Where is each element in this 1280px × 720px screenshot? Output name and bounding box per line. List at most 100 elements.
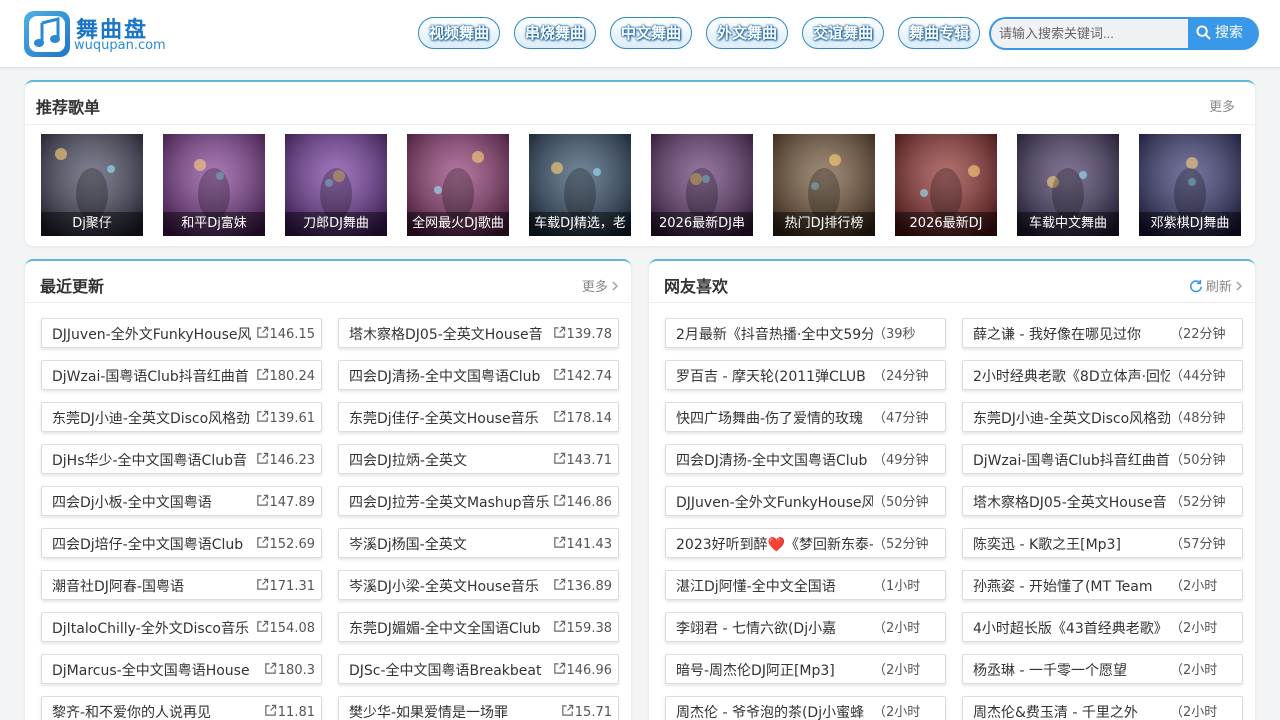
list-item[interactable]: DJJuven-全外文FunkyHouse风 146.15 bbox=[41, 318, 322, 348]
playlist-card[interactable]: 全网最火DJ歌曲 bbox=[407, 134, 509, 236]
track-title: 2小时经典老歌《8D立体声·回忆 bbox=[973, 369, 1175, 385]
favorites-title: 网友喜欢 bbox=[664, 277, 729, 296]
search-button[interactable]: 搜索 bbox=[1188, 17, 1259, 50]
playlist-label: 车载中文舞曲 bbox=[1017, 212, 1119, 236]
list-item[interactable]: 东莞Dj佳仔-全英文House音乐 178.14 bbox=[338, 402, 619, 432]
list-item[interactable]: 东莞DJ小迪-全英文Disco风格劲 139.61 bbox=[41, 402, 322, 432]
list-item[interactable]: 东莞DJ小迪-全英文Disco风格劲 （48分钟 bbox=[962, 402, 1243, 432]
list-item[interactable]: DjWzai-国粤语Club抖音红曲首 180.24 bbox=[41, 360, 322, 390]
playlist-card[interactable]: 2026最新DJ bbox=[895, 134, 997, 236]
list-item[interactable]: 岑溪Dj杨国-全英文 141.43 bbox=[338, 528, 619, 558]
nav-item-6[interactable]: 舞曲专辑 bbox=[898, 17, 981, 49]
playlist-label: 2026最新DJ bbox=[895, 212, 997, 236]
track-size: 141.43 bbox=[549, 529, 612, 557]
list-item[interactable]: 四会Dj小板-全中文国粤语 147.89 bbox=[41, 486, 322, 516]
track-title: 4小时超长版《43首经典老歌》 bbox=[973, 621, 1168, 637]
recent-more-link[interactable]: 更多 bbox=[582, 276, 619, 295]
list-item[interactable]: DjItaloChilly-全外文Disco音乐 154.08 bbox=[41, 612, 322, 642]
playlist-card[interactable]: 刀郎DJ舞曲 bbox=[285, 134, 387, 236]
search-input[interactable] bbox=[989, 17, 1189, 50]
playlist-card[interactable]: 和平Dj富妹 bbox=[163, 134, 265, 236]
list-item[interactable]: 罗百吉 - 摩天轮(2011弹CLUB （24分钟 bbox=[665, 360, 946, 390]
list-item[interactable]: 李翊君 - 七情六欲(Dj小嘉 （2小时 bbox=[665, 612, 946, 642]
list-item[interactable]: 2023好听到醉❤️《梦回新东泰- （52分钟 bbox=[665, 528, 946, 558]
list-item[interactable]: 潮音社DJ阿春-国粤语 171.31 bbox=[41, 570, 322, 600]
playlist-card[interactable]: 车载DJ精选，老 bbox=[529, 134, 631, 236]
favorites-refresh-link[interactable]: 刷新 bbox=[1189, 276, 1243, 295]
list-item[interactable]: 快四广场舞曲-伤了爱情的玫瑰 （47分钟 bbox=[665, 402, 946, 432]
nav-item-4[interactable]: 外文舞曲 bbox=[706, 17, 789, 49]
recent-more-label: 更多 bbox=[581, 280, 608, 295]
track-size: 147.89 bbox=[252, 487, 316, 515]
track-size: 146.96 bbox=[549, 655, 612, 683]
playlist-label: 邓紫棋DJ舞曲 bbox=[1139, 212, 1241, 236]
list-item[interactable]: 岑溪DJ小梁-全英文House音乐 136.89 bbox=[338, 570, 619, 600]
list-item[interactable]: 四会DJ清扬-全中文国粤语Club （49分钟 bbox=[665, 444, 946, 474]
list-item[interactable]: 塔木察格DJ05-全英文House音 （52分钟 bbox=[962, 486, 1243, 516]
track-size-value: 154.08 bbox=[269, 621, 316, 636]
track-time: （2小时 bbox=[873, 655, 931, 683]
nav-item-2[interactable]: 串烧舞曲 bbox=[514, 17, 597, 49]
track-size: 178.14 bbox=[549, 403, 612, 431]
music-note-icon bbox=[24, 11, 70, 57]
track-title: 四会DJ拉炳-全英文 bbox=[349, 453, 467, 469]
list-item[interactable]: 四会DJ拉炳-全英文 143.71 bbox=[338, 444, 619, 474]
list-item[interactable]: 杨丞琳 - 一千零一个愿望 （2小时 bbox=[962, 654, 1243, 684]
list-item[interactable]: DJJuven-全外文FunkyHouse风 （50分钟 bbox=[665, 486, 946, 516]
list-item[interactable]: 陈奕迅 - K歌之王[Mp3] （57分钟 bbox=[962, 528, 1243, 558]
track-size: 146.15 bbox=[252, 319, 315, 347]
list-item[interactable]: 四会Dj培仔-全中文国粤语Club 152.69 bbox=[41, 528, 322, 558]
list-item[interactable]: 塔木察格DJ05-全英文House音 139.78 bbox=[338, 318, 619, 348]
list-item[interactable]: DjHs华少-全中文国粤语Club音 146.23 bbox=[41, 444, 322, 474]
track-title: 东莞DJ小迪-全英文Disco风格劲 bbox=[52, 411, 251, 427]
list-item[interactable]: 四会DJ拉芳-全英文Mashup音乐 146.86 bbox=[338, 486, 619, 516]
list-item[interactable]: 薛之谦 - 我好像在哪见过你 （22分钟 bbox=[962, 318, 1243, 348]
refresh-icon bbox=[1189, 279, 1202, 293]
site-logo[interactable]: 舞曲盘 wuqupan.com bbox=[24, 11, 174, 59]
track-title: DjWzai-国粤语Club抖音红曲首 bbox=[52, 369, 249, 385]
external-link-icon bbox=[553, 368, 565, 380]
list-item[interactable]: 暗号-周杰伦DJ阿正[Mp3] （2小时 bbox=[665, 654, 946, 684]
track-size-value: 146.23 bbox=[269, 453, 316, 468]
list-item[interactable]: DjMarcus-全中文国粤语House 180.3 bbox=[41, 654, 322, 684]
track-size: 146.23 bbox=[252, 445, 316, 473]
list-item[interactable]: 四会DJ清扬-全中文国粤语Club 142.74 bbox=[338, 360, 619, 390]
track-size: 180.24 bbox=[252, 361, 315, 389]
list-item[interactable]: DJSc-全中文国粤语Breakbeat 146.96 bbox=[338, 654, 619, 684]
external-link-icon bbox=[256, 452, 268, 464]
playlist-card[interactable]: 热门DJ排行榜 bbox=[773, 134, 875, 236]
track-title: 四会DJ清扬-全中文国粤语Club bbox=[676, 453, 868, 469]
nav-item-3[interactable]: 中文舞曲 bbox=[610, 17, 693, 49]
track-title: 快四广场舞曲-伤了爱情的玫瑰 bbox=[676, 411, 864, 427]
playlist-card[interactable]: Dj聚仔 bbox=[41, 134, 143, 236]
favorites-panel: 网友喜欢 刷新 2月最新《抖音热播·全中文59分 （39秒 薛之谦 - 我好像在哪见… bbox=[649, 259, 1255, 720]
list-item[interactable]: 湛江Dj阿懂-全中文全国语 （1小时 bbox=[665, 570, 946, 600]
nav-item-1[interactable]: 视频舞曲 bbox=[418, 17, 501, 49]
recent-list: DJJuven-全外文FunkyHouse风 146.15 塔木察格DJ05-全英文… bbox=[41, 318, 619, 720]
recommended-more-link[interactable]: 更多 bbox=[1209, 96, 1235, 115]
playlist-thumbs: Dj聚仔 和平Dj富妹 刀郎DJ舞曲 全网最火DJ歌曲 车载DJ精选，老 2026最新DJ… bbox=[41, 134, 1241, 236]
divider bbox=[25, 124, 1255, 125]
divider bbox=[649, 302, 1255, 303]
list-item[interactable]: DjWzai-国粤语Club抖音红曲首 （50分钟 bbox=[962, 444, 1243, 474]
favorites-list: 2月最新《抖音热播·全中文59分 （39秒 薛之谦 - 我好像在哪见过你 （22分钟罗… bbox=[665, 318, 1243, 720]
list-item[interactable]: 樊少华-如果爱情是一场罪 15.71 bbox=[338, 696, 619, 720]
list-item[interactable]: 东莞DJ媚媚-全中文全国语Club 159.38 bbox=[338, 612, 619, 642]
track-size-value: 147.89 bbox=[269, 495, 316, 510]
list-item[interactable]: 周杰伦&费玉清 - 千里之外 （2小时 bbox=[962, 696, 1243, 720]
list-item[interactable]: 周杰伦 - 爷爷泡的茶(Dj小蜜蜂 （2小时 bbox=[665, 696, 946, 720]
track-size: 159.38 bbox=[549, 613, 612, 641]
list-item[interactable]: 2小时经典老歌《8D立体声·回忆 （44分钟 bbox=[962, 360, 1243, 390]
nav-item-5[interactable]: 交谊舞曲 bbox=[802, 17, 885, 49]
search-bar: 搜索 bbox=[989, 17, 1259, 50]
list-item[interactable]: 黎齐-和不爱你的人说再见 11.81 bbox=[41, 696, 322, 720]
list-item[interactable]: 孙燕姿 - 开始懂了(MT Team （2小时 bbox=[962, 570, 1243, 600]
external-link-icon bbox=[553, 410, 565, 422]
track-size: 15.71 bbox=[557, 697, 612, 720]
playlist-card[interactable]: 车载中文舞曲 bbox=[1017, 134, 1119, 236]
playlist-card[interactable]: 2026最新DJ串 bbox=[651, 134, 753, 236]
playlist-card[interactable]: 邓紫棋DJ舞曲 bbox=[1139, 134, 1241, 236]
list-item[interactable]: 4小时超长版《43首经典老歌》 （2小时 bbox=[962, 612, 1243, 642]
track-size: 143.71 bbox=[549, 445, 612, 473]
list-item[interactable]: 2月最新《抖音热播·全中文59分 （39秒 bbox=[665, 318, 946, 348]
